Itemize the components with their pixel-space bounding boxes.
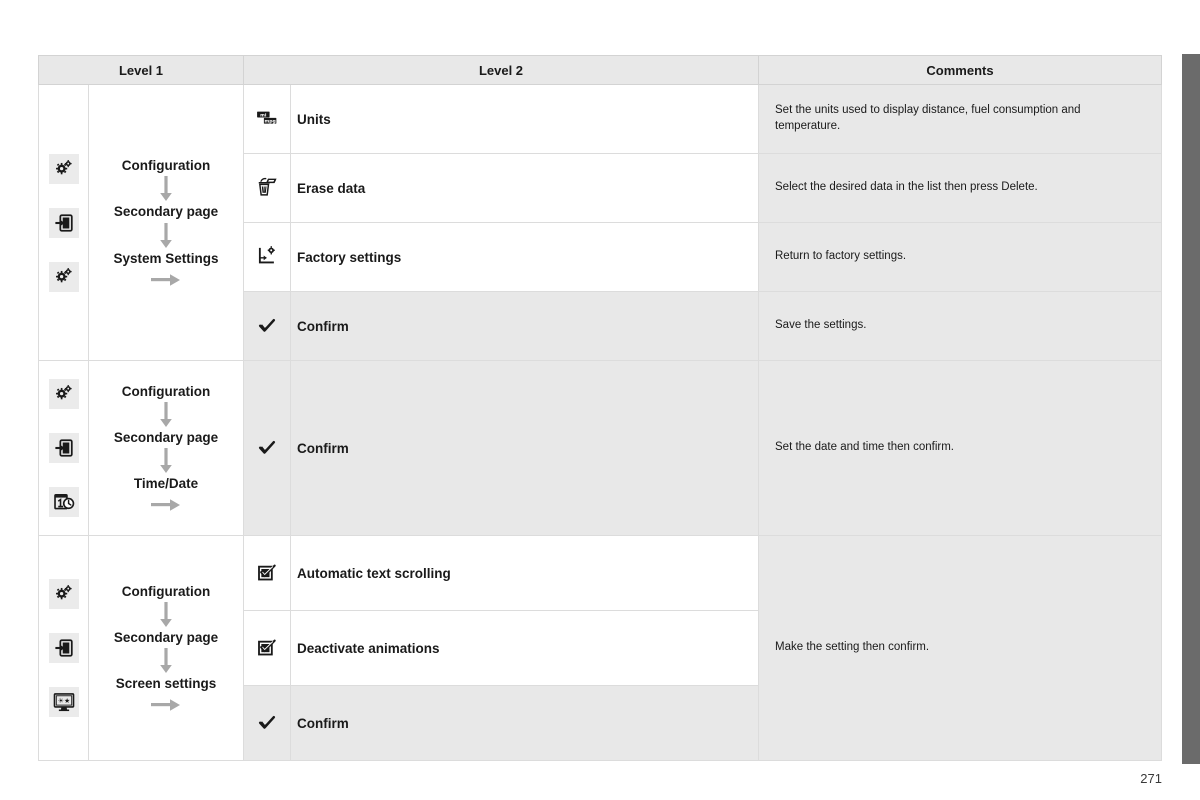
arrow-right-icon (151, 498, 181, 512)
table-header-row: Level 1 Level 2 Comments (38, 55, 1162, 85)
arrow-down-icon (159, 401, 173, 428)
table-row: Configuration Secondary page System Settin… (38, 84, 1162, 361)
comment-cell: Select the desired data in the list then… (758, 153, 1162, 223)
table-head: Level 1 Level 2 Comments (38, 55, 1162, 85)
level2-icon-cell (243, 685, 291, 761)
arrow-down-icon (159, 222, 173, 249)
flow-step-label: Configuration (121, 383, 211, 399)
secondary-page-icon (48, 633, 79, 663)
navigation-flow: Configuration Secondary page Screen settin… (95, 584, 237, 713)
level1-icon-stack-cell-time-date (38, 360, 89, 536)
navigation-flow: Configuration Secondary page System Settin… (95, 158, 237, 287)
icon-stack: ☀★ (39, 579, 88, 717)
settings-reference-table: Level 1 Level 2 Comments Configuration Se… (38, 55, 1162, 761)
flow-step-label: Configuration (121, 583, 211, 599)
arrow-right-icon (151, 273, 181, 287)
level1-flow-cell-time-date: Configuration Secondary page Time/Date (88, 360, 244, 536)
manual-page: Level 1 Level 2 Comments Configuration Se… (0, 0, 1200, 800)
level2-label-cell[interactable]: Deactivate animations (290, 610, 759, 686)
icon-stack (39, 153, 88, 292)
level2-icon-cell (243, 153, 291, 223)
check-icon (252, 312, 282, 340)
comment-cell: Save the settings. (758, 291, 1162, 361)
secondary-page-icon (48, 207, 79, 238)
level2-icon-cell (243, 535, 291, 611)
navigation-flow: Configuration Secondary page Time/Date (95, 384, 237, 513)
svg-text:mpg: mpg (264, 119, 275, 124)
monitor-icon: ☀★ (48, 687, 79, 717)
flow-step-label: System Settings (113, 250, 219, 266)
comment-text: Return to factory settings. (775, 250, 907, 263)
secondary-page-icon (48, 433, 79, 463)
level2-icon-cell (243, 610, 291, 686)
level2-label-cell[interactable]: Confirm (290, 360, 759, 536)
trash-icon (252, 173, 282, 201)
level2-label: Confirm (297, 318, 349, 334)
check-icon (252, 434, 282, 462)
arrow-down-icon (159, 448, 173, 474)
level2-label-cell[interactable]: Units (290, 84, 759, 154)
table-row: ☀★ Configuration Secondary page Screen sett… (38, 535, 1162, 761)
level2-label-cell[interactable]: Confirm (290, 685, 759, 761)
column-header-level2: Level 2 (243, 55, 759, 85)
level1-icon-stack-cell-system-settings (38, 84, 89, 361)
factory-reset-icon (252, 242, 282, 270)
level2-label: Erase data (297, 180, 366, 196)
comment-cell: Return to factory settings. (758, 222, 1162, 292)
level1-icon-stack-cell-screen-settings: ☀★ (38, 535, 89, 761)
page-number: 271 (1140, 771, 1162, 786)
flow-step-label: Screen settings (115, 676, 217, 692)
level2-icon-cell (243, 360, 291, 536)
level2-icon-cell (243, 291, 291, 361)
flow-step-label: Secondary page (113, 429, 219, 445)
flow-step-label: Configuration (121, 158, 211, 174)
comment-text: Set the date and time then confirm. (775, 441, 954, 454)
checkbox-icon (252, 634, 282, 662)
level2-label: Automatic text scrolling (297, 565, 451, 581)
gear-icon (48, 379, 79, 409)
checkbox-icon (252, 559, 282, 587)
level2-label-cell[interactable]: Automatic text scrolling (290, 535, 759, 611)
comment-cell: Set the date and time then confirm. (758, 360, 1162, 536)
comment-text: Select the desired data in the list then… (775, 181, 1038, 194)
comment-text: Save the settings. (775, 319, 867, 332)
level2-label: Factory settings (297, 249, 402, 265)
gear-icon (48, 579, 79, 609)
comment-text: Set the units used to display distance, … (775, 104, 1081, 132)
units-icon: mi mpg (252, 104, 282, 132)
gear-icon (48, 261, 79, 292)
comment-cell: Make the setting then confirm. (758, 535, 1162, 761)
level2-label-cell[interactable]: Factory settings (290, 222, 759, 292)
level2-label-cell[interactable]: Confirm (290, 291, 759, 361)
level2-label: Deactivate animations (297, 640, 440, 656)
arrow-down-icon (159, 648, 173, 674)
calendar-clock-icon (48, 487, 79, 517)
arrow-down-icon (159, 176, 173, 202)
column-header-comments: Comments (758, 55, 1162, 85)
column-header-level1: Level 1 (38, 55, 244, 85)
gear-icon (48, 153, 79, 184)
check-icon (252, 709, 282, 737)
flow-step-label: Time/Date (133, 476, 199, 492)
comment-text: Make the setting then confirm. (775, 641, 930, 654)
table-row: Configuration Secondary page Time/Date Conf… (38, 360, 1162, 536)
table-body: Configuration Secondary page System Settin… (38, 84, 1162, 761)
flow-step-label: Secondary page (113, 629, 219, 645)
level2-label: Units (297, 111, 331, 127)
level2-icon-cell: mi mpg (243, 84, 291, 154)
icon-stack (39, 379, 88, 517)
level2-icon-cell (243, 222, 291, 292)
arrow-down-icon (159, 601, 173, 628)
level1-flow-cell-screen-settings: Configuration Secondary page Screen settin… (88, 535, 244, 761)
flow-step-label: Secondary page (113, 204, 219, 220)
comment-cell: Set the units used to display distance, … (758, 84, 1162, 154)
svg-text:☀★: ☀★ (57, 697, 69, 705)
page-edge-bar (1182, 54, 1200, 764)
level2-label-cell[interactable]: Erase data (290, 153, 759, 223)
level2-label: Confirm (297, 715, 349, 731)
level2-label: Confirm (297, 440, 349, 456)
level1-flow-cell-system-settings: Configuration Secondary page System Settin… (88, 84, 244, 361)
arrow-right-icon (151, 698, 181, 712)
svg-text:mi: mi (260, 112, 267, 118)
